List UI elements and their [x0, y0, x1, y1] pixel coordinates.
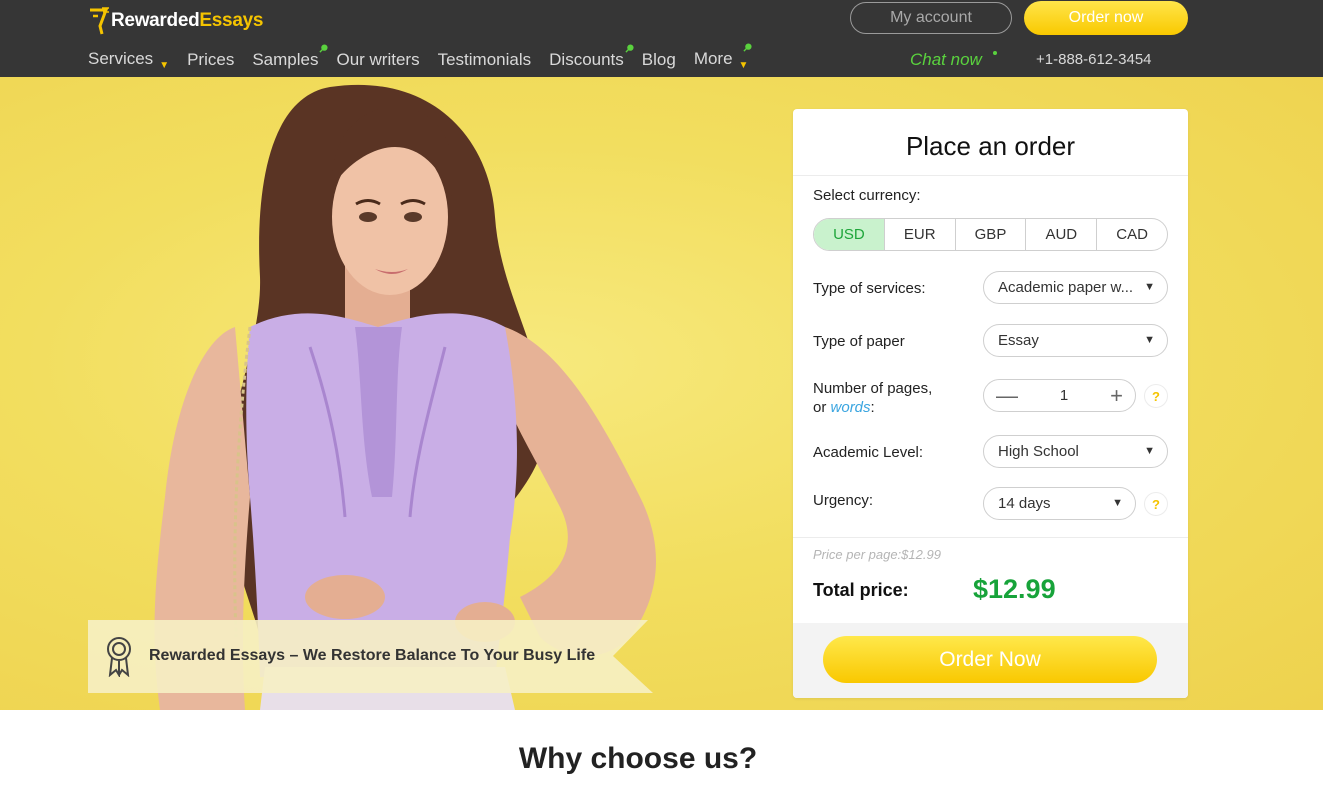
- chat-now-link[interactable]: Chat now: [910, 50, 982, 70]
- total-price-value: $12.99: [973, 574, 1056, 604]
- urgency-label: Urgency:: [813, 492, 874, 509]
- slogan-text: Rewarded Essays – We Restore Balance To …: [149, 647, 596, 664]
- hero-section: Rewarded Essays – We Restore Balance To …: [0, 77, 1323, 710]
- urgency-select[interactable]: 14 days ▼: [983, 487, 1136, 520]
- currency-aud[interactable]: AUD: [1026, 219, 1098, 250]
- price-per-page: Price per page:$12.99: [813, 547, 941, 562]
- order-form-title: Place an order: [905, 131, 1076, 161]
- logo-text: RewardedEssays: [111, 10, 264, 31]
- chevron-down-icon: ▼: [1112, 497, 1123, 509]
- service-type-select[interactable]: Academic paper w... ▼: [983, 271, 1168, 304]
- order-form-footer: Order Now: [793, 623, 1188, 698]
- help-icon[interactable]: ?: [1144, 492, 1168, 516]
- help-icon[interactable]: ?: [1144, 384, 1168, 408]
- nav-services[interactable]: Services ▼: [88, 49, 169, 71]
- service-type-label: Type of services:: [813, 280, 926, 297]
- pages-value[interactable]: 1: [1060, 387, 1068, 404]
- divider: [793, 537, 1188, 538]
- online-status-dot: [993, 51, 997, 55]
- order-now-button[interactable]: Order now: [1024, 1, 1188, 35]
- logo[interactable]: RewardedEssays: [88, 4, 263, 38]
- words-link[interactable]: words: [831, 399, 871, 416]
- nav-more[interactable]: More ▼: [694, 43, 753, 71]
- hero-photo: [154, 84, 657, 710]
- academic-level-select[interactable]: High School ▼: [983, 435, 1168, 468]
- minus-icon[interactable]: —: [996, 384, 1018, 407]
- pages-stepper: — 1 +: [983, 379, 1136, 412]
- service-type-value: Academic paper w...: [998, 279, 1134, 296]
- chevron-down-icon: ▼: [1144, 334, 1155, 346]
- currency-label: Select currency:: [813, 187, 921, 204]
- order-now-submit-button[interactable]: Order Now: [823, 636, 1157, 683]
- paper-type-label: Type of paper: [813, 333, 905, 350]
- nav-discounts[interactable]: Discounts: [549, 44, 634, 70]
- nav-prices[interactable]: Prices: [187, 50, 234, 70]
- pages-label: Number of pages, or words:: [813, 380, 933, 416]
- paper-type-value: Essay: [998, 332, 1039, 349]
- main-nav: Services ▼ Prices Samples Our writers Tes…: [88, 43, 766, 72]
- nav-testimonials[interactable]: Testimonials: [438, 50, 532, 70]
- divider: [793, 175, 1188, 176]
- currency-usd[interactable]: USD: [814, 219, 885, 250]
- chevron-down-icon: ▼: [1144, 445, 1155, 457]
- order-form-card: Place an order Select currency: USD EUR …: [793, 109, 1188, 698]
- plus-icon[interactable]: +: [1110, 384, 1123, 407]
- academic-level-label: Academic Level:: [813, 444, 924, 461]
- total-price-label: Total price:: [813, 580, 909, 600]
- pin-icon: [743, 43, 753, 52]
- nav-samples[interactable]: Samples: [252, 44, 329, 70]
- nav-blog[interactable]: Blog: [642, 50, 676, 70]
- currency-selector: USD EUR GBP AUD CAD: [813, 218, 1168, 251]
- currency-cad[interactable]: CAD: [1097, 219, 1167, 250]
- pin-icon: [319, 44, 329, 53]
- site-header: RewardedEssays My account Order now Serv…: [0, 0, 1323, 77]
- phone-number[interactable]: +1-888-612-3454: [1036, 51, 1152, 68]
- why-choose-us-heading: Why choose us?: [518, 742, 758, 775]
- currency-eur[interactable]: EUR: [885, 219, 956, 250]
- award-ribbon-icon: [107, 637, 131, 677]
- urgency-value: 14 days: [998, 495, 1051, 512]
- my-account-button[interactable]: My account: [850, 2, 1012, 34]
- chevron-down-icon: ▼: [1144, 281, 1155, 293]
- currency-gbp[interactable]: GBP: [956, 219, 1027, 250]
- chevron-down-icon: ▼: [159, 60, 170, 71]
- logo-icon: [90, 7, 109, 35]
- nav-our-writers[interactable]: Our writers: [336, 50, 419, 70]
- paper-type-select[interactable]: Essay ▼: [983, 324, 1168, 357]
- chevron-down-icon: ▼: [738, 60, 749, 71]
- academic-level-value: High School: [998, 443, 1079, 460]
- pin-icon: [625, 44, 634, 53]
